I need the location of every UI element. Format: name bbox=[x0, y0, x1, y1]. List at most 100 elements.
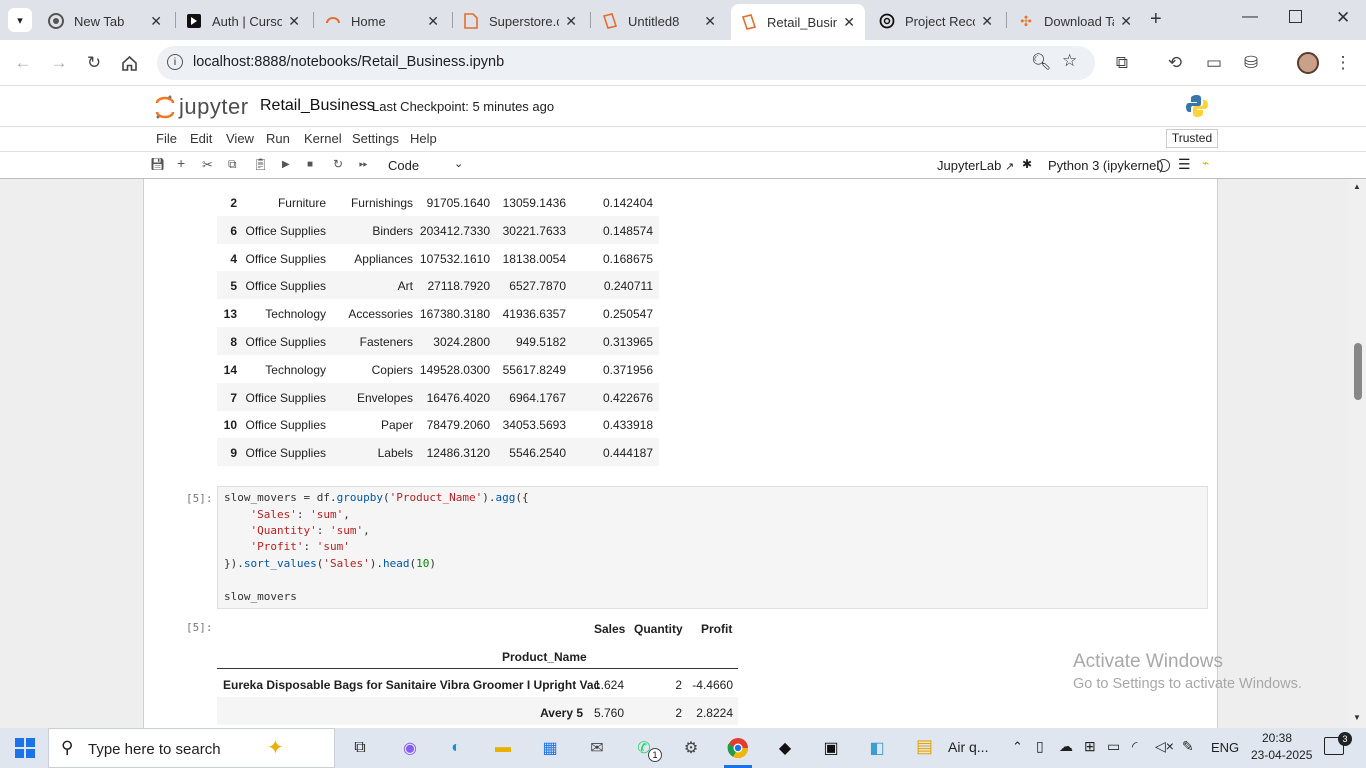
scroll-down-arrow[interactable]: ▼ bbox=[1353, 713, 1361, 722]
tab-auth-cursor[interactable]: Auth | Cursor ✕ bbox=[176, 6, 310, 36]
battery-icon[interactable]: ▭ bbox=[1107, 738, 1120, 755]
weather-widget[interactable]: ▤ Air q... bbox=[916, 736, 988, 760]
windows-start-icon[interactable] bbox=[12, 736, 38, 760]
menu-help[interactable]: Help bbox=[410, 131, 437, 146]
edge-icon[interactable]: ◐ bbox=[443, 736, 469, 760]
tray-chevron-icon[interactable]: ⌃ bbox=[1012, 739, 1023, 755]
task-view-icon[interactable]: ⧉ bbox=[347, 736, 373, 760]
address-bar[interactable]: i localhost:8888/notebooks/Retail_Busine… bbox=[157, 46, 1095, 80]
paste-icon[interactable]: 📋︎ bbox=[253, 157, 268, 171]
browser-menu-icon[interactable]: ⋮ bbox=[1332, 52, 1354, 74]
clock-time[interactable]: 20:38 bbox=[1262, 731, 1292, 745]
browser-tab-strip: ▾ New Tab ✕ Auth | Cursor ✕ Home ✕ Super… bbox=[0, 0, 1366, 40]
close-window-button[interactable]: ✕ bbox=[1336, 8, 1350, 28]
tab-project-recommendations[interactable]: Project Recommendations ✕ bbox=[869, 6, 1003, 36]
whatsapp-icon[interactable]: ✆ 1 bbox=[631, 736, 662, 762]
terminal-icon[interactable]: ▣ bbox=[818, 736, 844, 760]
file-icon bbox=[463, 13, 479, 29]
jupyter-menubar: File Edit View Run Kernel Settings Help … bbox=[0, 126, 1366, 151]
scroll-up-arrow[interactable]: ▲ bbox=[1353, 182, 1361, 191]
menu-run[interactable]: Run bbox=[266, 131, 290, 146]
menu-kernel[interactable]: Kernel bbox=[304, 131, 342, 146]
extensions-icon[interactable]: ⧉ bbox=[1111, 52, 1133, 74]
close-tab-icon[interactable]: ✕ bbox=[427, 13, 439, 30]
home-button[interactable] bbox=[118, 52, 140, 74]
interrupt-kernel-icon[interactable]: ■ bbox=[307, 159, 313, 170]
tab-download-tableau[interactable]: ✣ Download Tableau ✕ bbox=[1008, 6, 1142, 36]
notebook-icon bbox=[602, 13, 618, 29]
kernel-name[interactable]: Python 3 (ipykernel) bbox=[1048, 158, 1164, 173]
site-info-icon[interactable]: i bbox=[167, 54, 183, 70]
volume-icon[interactable]: ◁× bbox=[1155, 738, 1174, 755]
file-explorer-icon[interactable]: ▬ bbox=[490, 736, 516, 760]
taskbar-search-box[interactable]: ⚲ Type here to search ✦ bbox=[48, 728, 335, 768]
menu-file[interactable]: File bbox=[156, 131, 177, 146]
scrollbar-thumb[interactable] bbox=[1354, 343, 1362, 400]
jupyter-logo-icon bbox=[155, 95, 175, 119]
jupyterlab-link[interactable]: JupyterLab ↗ bbox=[937, 158, 1014, 173]
bookmark-star-icon[interactable]: ☆ bbox=[1062, 51, 1077, 71]
debugger-icon[interactable]: ✱ bbox=[1022, 157, 1032, 171]
network-icon[interactable]: ◜ bbox=[1132, 738, 1137, 755]
cursor-app-icon[interactable]: ◆ bbox=[772, 736, 798, 760]
notebook-title[interactable]: Retail_Business bbox=[260, 97, 375, 115]
close-tab-icon[interactable]: ✕ bbox=[565, 13, 577, 30]
minimize-window-button[interactable]: — bbox=[1242, 8, 1258, 26]
cut-icon[interactable]: ✂ bbox=[202, 157, 213, 173]
mail-icon[interactable]: ✉ bbox=[584, 736, 610, 760]
settings-gear-icon[interactable]: ⚙ bbox=[678, 736, 704, 760]
trusted-indicator[interactable]: Trusted bbox=[1166, 129, 1218, 148]
close-tab-icon[interactable]: ✕ bbox=[981, 13, 993, 30]
jupyter-logo[interactable]: jupyter bbox=[155, 92, 250, 120]
restart-kernel-icon[interactable]: ↻ bbox=[333, 157, 343, 171]
microsoft-store-icon[interactable]: ▦ bbox=[537, 736, 563, 760]
profile-avatar[interactable] bbox=[1297, 52, 1319, 74]
external-link-icon: ↗ bbox=[1004, 161, 1015, 173]
tab-superstore[interactable]: Superstore.csv ✕ bbox=[453, 6, 587, 36]
search-highlight-icon: ✦ bbox=[267, 737, 284, 759]
close-tab-icon[interactable]: ✕ bbox=[288, 13, 300, 30]
incognito-icon[interactable]: ⛁ bbox=[1240, 52, 1262, 74]
menu-lines-icon[interactable]: ☰ bbox=[1178, 156, 1191, 173]
reload-button[interactable]: ↻ bbox=[83, 52, 105, 74]
menu-settings[interactable]: Settings bbox=[352, 131, 399, 146]
tray-app-icon[interactable]: ▯ bbox=[1036, 738, 1044, 755]
search-icon: ⚲ bbox=[61, 738, 74, 757]
reading-mode-icon[interactable]: ▭ bbox=[1203, 52, 1225, 74]
language-indicator[interactable]: ENG bbox=[1211, 740, 1239, 755]
tab-untitled8[interactable]: Untitled8 ✕ bbox=[592, 6, 726, 36]
history-icon[interactable]: ⟲ bbox=[1164, 52, 1186, 74]
zoom-icon[interactable]: 🔍︎ bbox=[1031, 52, 1051, 72]
insert-cell-icon[interactable]: + bbox=[177, 155, 185, 171]
notification-count: 3 bbox=[1338, 732, 1352, 746]
chrome-taskbar-icon[interactable] bbox=[725, 736, 751, 760]
close-tab-icon[interactable]: ✕ bbox=[843, 14, 855, 31]
sticky-notes-icon[interactable]: ◧ bbox=[864, 736, 890, 760]
close-tab-icon[interactable]: ✕ bbox=[704, 13, 716, 30]
menu-edit[interactable]: Edit bbox=[190, 131, 212, 146]
notebook-icon bbox=[741, 14, 757, 30]
tab-retail-business[interactable]: Retail_Business ✕ bbox=[731, 4, 865, 40]
pen-icon[interactable]: ✎ bbox=[1182, 738, 1194, 755]
copy-icon[interactable]: ⧉ bbox=[228, 157, 237, 172]
copilot-icon[interactable]: ◉ bbox=[397, 736, 423, 760]
menu-view[interactable]: View bbox=[226, 131, 254, 146]
tab-home[interactable]: Home ✕ bbox=[315, 6, 449, 36]
tab-search-button[interactable]: ▾ bbox=[8, 8, 32, 32]
close-tab-icon[interactable]: ✕ bbox=[150, 13, 162, 30]
run-cell-icon[interactable]: ▶ bbox=[282, 159, 290, 170]
new-tab-button[interactable]: + bbox=[1150, 8, 1162, 31]
close-tab-icon[interactable]: ✕ bbox=[1120, 13, 1132, 30]
back-button[interactable]: ← bbox=[12, 52, 34, 74]
tray-display-icon[interactable]: ⊞ bbox=[1084, 738, 1096, 755]
onedrive-icon[interactable]: ☁ bbox=[1059, 738, 1073, 755]
kernel-status-icon bbox=[1157, 159, 1170, 172]
forward-button[interactable]: → bbox=[48, 52, 70, 74]
cell-type-select[interactable]: Code ⌄ bbox=[388, 158, 464, 173]
restore-window-button[interactable] bbox=[1289, 10, 1302, 23]
tab-new-tab[interactable]: New Tab ✕ bbox=[38, 6, 172, 36]
notebook-scrollbar[interactable]: ▲ ▼ bbox=[1348, 179, 1366, 728]
save-icon[interactable]: 💾︎ bbox=[150, 157, 165, 171]
restart-run-all-icon[interactable]: ⏩︎ bbox=[359, 158, 368, 171]
clock-date[interactable]: 23-04-2025 bbox=[1251, 748, 1312, 762]
